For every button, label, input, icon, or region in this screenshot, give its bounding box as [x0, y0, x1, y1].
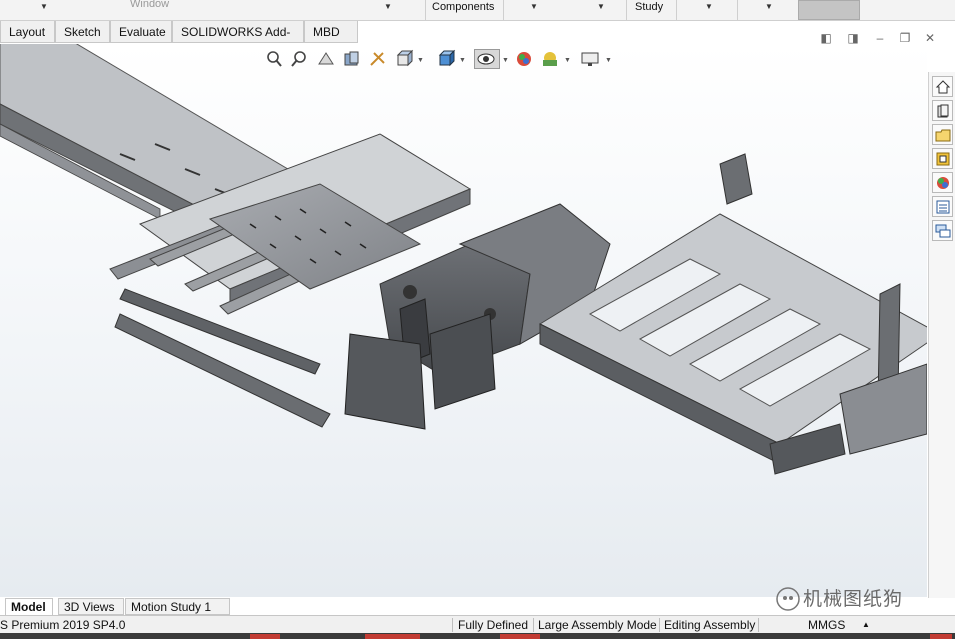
watermark-text: 机械图纸狗: [803, 588, 904, 610]
design-library-icon[interactable]: [932, 124, 953, 145]
section-view-icon[interactable]: [342, 49, 362, 69]
custom-properties-icon[interactable]: [932, 196, 953, 217]
previous-view-icon[interactable]: [316, 49, 336, 69]
version-label: S Premium 2019 SP4.0: [0, 618, 126, 632]
window-menu-label[interactable]: Window: [130, 0, 169, 17]
forum-icon[interactable]: [932, 220, 953, 241]
status-editing: Editing Assembly: [664, 618, 756, 632]
taskbar-item[interactable]: [250, 634, 280, 639]
trailer-chassis-model[interactable]: [0, 44, 927, 597]
components-label[interactable]: Components: [432, 0, 494, 20]
tab-mbd[interactable]: MBD: [304, 21, 358, 43]
restore-icon[interactable]: ❐: [897, 30, 913, 46]
view-settings-icon[interactable]: [580, 49, 600, 69]
dropdown-arrow-icon[interactable]: ▼: [530, 2, 538, 11]
tab-layout[interactable]: Layout: [0, 21, 55, 43]
tab-sketch[interactable]: Sketch: [55, 21, 110, 43]
wechat-logo-icon: [776, 587, 800, 611]
minimize-icon[interactable]: –: [872, 30, 888, 46]
tab-motion-study-1[interactable]: Motion Study 1: [125, 598, 230, 615]
apply-scene-icon[interactable]: [540, 49, 560, 69]
tab-solidworks-addins[interactable]: SOLIDWORKS Add-Ins: [172, 21, 304, 61]
home-icon[interactable]: [932, 76, 953, 97]
command-manager-tabs: Layout Sketch Evaluate SOLIDWORKS Add-In…: [0, 21, 360, 61]
taskbar-item[interactable]: [930, 634, 952, 639]
windows-taskbar: [0, 633, 955, 639]
previous-doc-icon[interactable]: ◧: [818, 30, 834, 46]
status-fully-defined: Fully Defined: [458, 618, 529, 632]
close-icon[interactable]: ✕: [922, 30, 938, 46]
tab-model[interactable]: Model: [5, 598, 53, 615]
ribbon-button-placeholder[interactable]: [798, 0, 860, 20]
model-tabs: Model 3D Views Motion Study 1: [0, 598, 240, 615]
study-label[interactable]: Study: [635, 0, 663, 20]
taskbar-item[interactable]: [365, 634, 420, 639]
dynamic-annotation-icon[interactable]: [368, 49, 388, 69]
tab-evaluate[interactable]: Evaluate: [110, 21, 172, 43]
dropdown-arrow-icon[interactable]: ▼: [765, 2, 773, 11]
task-pane: [928, 72, 955, 598]
dropdown-arrow-icon[interactable]: ▼: [597, 2, 605, 11]
next-doc-icon[interactable]: ◨: [845, 30, 861, 46]
appearances-icon[interactable]: [932, 172, 953, 193]
file-explorer-icon[interactable]: [932, 148, 953, 169]
command-manager-top: ▼ Window ▼ Components ▼ ▼ Study ▼ ▼: [0, 0, 955, 21]
edit-appearance-icon[interactable]: [514, 49, 534, 69]
tab-3d-views[interactable]: 3D Views: [58, 598, 124, 615]
units-dropdown-icon[interactable]: ▲: [862, 616, 870, 634]
taskbar-item[interactable]: [500, 634, 540, 639]
view-orientation-icon[interactable]: [394, 49, 414, 69]
zoom-to-fit-icon[interactable]: [264, 49, 284, 69]
graphics-area[interactable]: [0, 44, 927, 597]
dropdown-arrow-icon[interactable]: ▼: [705, 2, 713, 11]
status-large-assembly: Large Assembly Mode: [538, 618, 657, 632]
dropdown-arrow-icon[interactable]: ▼: [384, 2, 392, 11]
status-bar: S Premium 2019 SP4.0 Fully Defined Large…: [0, 615, 955, 634]
resources-icon[interactable]: [932, 100, 953, 121]
zoom-to-area-icon[interactable]: [290, 49, 310, 69]
dropdown-arrow-icon[interactable]: ▼: [40, 2, 48, 11]
units-selector[interactable]: MMGS: [808, 616, 845, 634]
heads-up-view-toolbar: ▼ ▼ ▼ ▼ ▼: [262, 49, 617, 71]
display-style-icon[interactable]: [436, 49, 456, 69]
hide-show-items-icon[interactable]: [474, 49, 500, 69]
